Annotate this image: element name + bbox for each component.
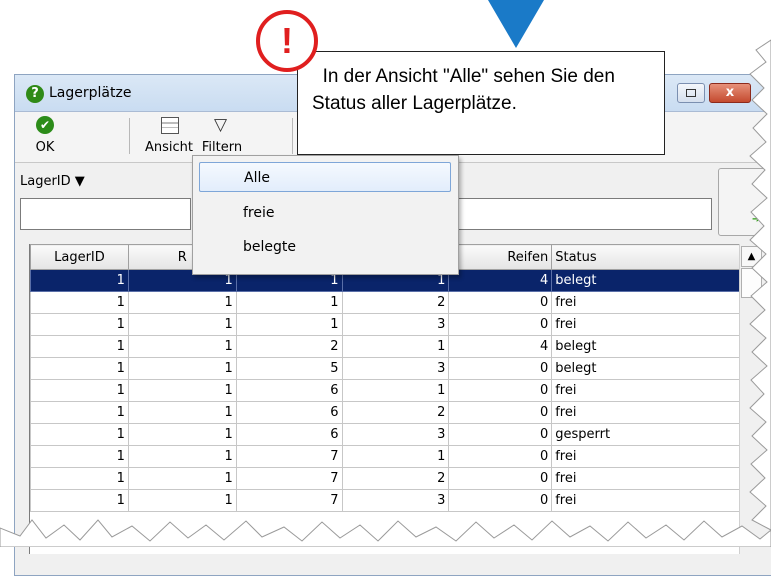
torn-edge-decoration (0, 39, 771, 547)
torn-edge-right (749, 39, 771, 531)
torn-edge-bottom (0, 519, 771, 547)
